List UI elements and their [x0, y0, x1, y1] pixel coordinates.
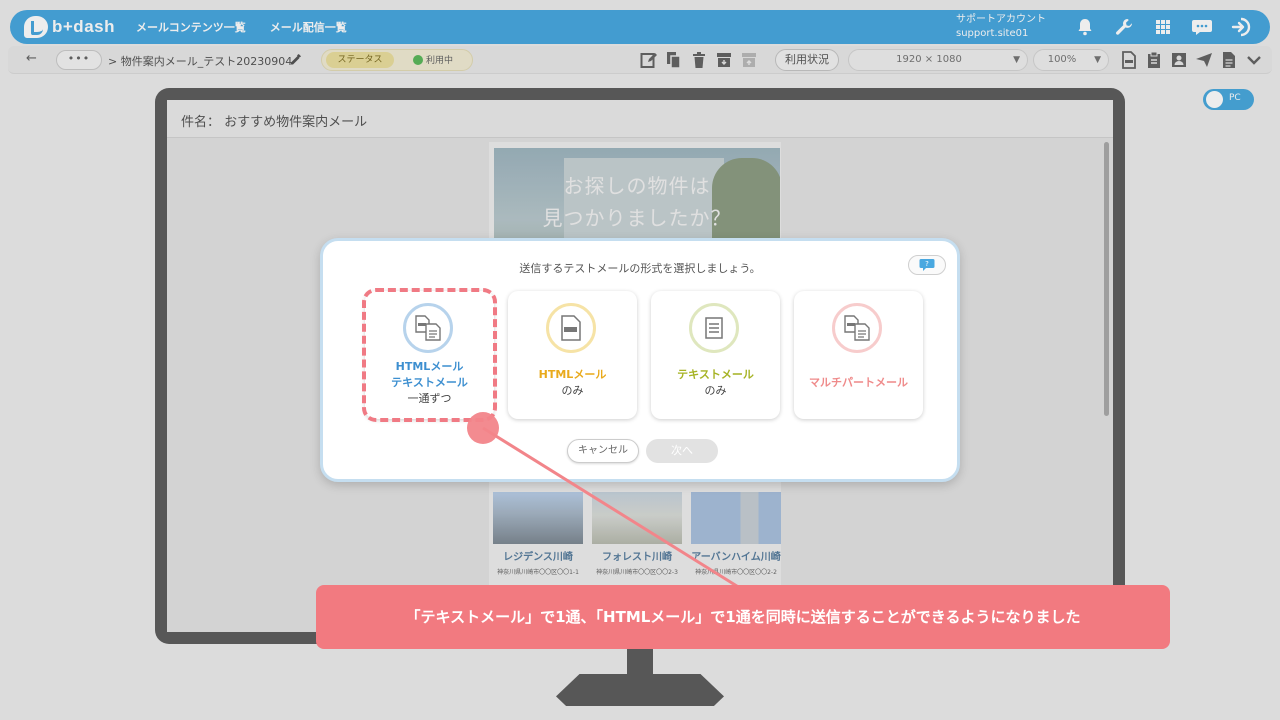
annotation-callout: 「テキストメール」で1通、「HTMLメール」で1通を同時に送信することができるよ… — [316, 585, 1170, 649]
annotation-text: 「テキストメール」で1通、「HTMLメール」で1通を同時に送信することができるよ… — [405, 608, 1081, 626]
callout-pointer-dot — [467, 412, 499, 444]
